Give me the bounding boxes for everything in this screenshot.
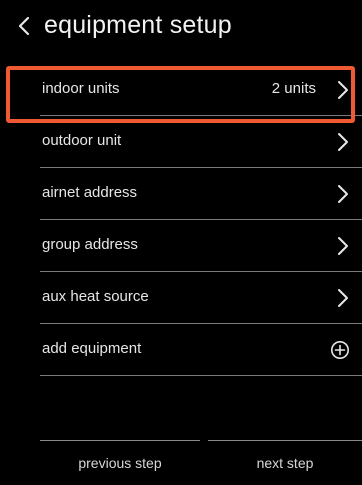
plus-circle-icon — [331, 341, 349, 359]
button-divider — [208, 440, 362, 441]
previous-step-button[interactable]: previous step — [40, 440, 200, 485]
list-item-label: outdoor unit — [42, 132, 122, 149]
previous-step-label: previous step — [78, 455, 162, 471]
chevron-right-icon — [338, 133, 348, 151]
footer-nav: previous step next step — [0, 440, 362, 485]
list-item-outdoor-unit[interactable]: outdoor unit — [0, 116, 362, 168]
list-item-indoor-units[interactable]: indoor units 2 units — [0, 64, 362, 116]
list-item-label: indoor units — [42, 80, 120, 97]
list-item-label: add equipment — [42, 340, 142, 357]
list-item-airnet-address[interactable]: airnet address — [0, 168, 362, 220]
chevron-left-icon[interactable] — [14, 14, 34, 38]
chevron-right-icon — [338, 237, 348, 255]
list-item-aux-heat-source[interactable]: aux heat source — [0, 272, 362, 324]
list-item-add-equipment[interactable]: add equipment — [0, 324, 362, 376]
next-step-button[interactable]: next step — [208, 440, 362, 485]
next-step-label: next step — [256, 455, 314, 471]
chevron-right-icon — [338, 185, 348, 203]
list-item-value: 2 units — [271, 80, 316, 97]
chevron-right-icon — [338, 81, 348, 99]
page-title: equipment setup — [44, 11, 232, 39]
list-item-label: group address — [42, 236, 138, 253]
chevron-right-icon — [338, 289, 348, 307]
list-item-group-address[interactable]: group address — [0, 220, 362, 272]
list-item-label: airnet address — [42, 184, 138, 201]
divider — [40, 375, 362, 376]
button-divider — [40, 440, 200, 441]
header: equipment setup — [0, 0, 362, 56]
equipment-list: indoor units 2 units outdoor unit airnet… — [0, 64, 362, 376]
list-item-label: aux heat source — [42, 288, 149, 305]
